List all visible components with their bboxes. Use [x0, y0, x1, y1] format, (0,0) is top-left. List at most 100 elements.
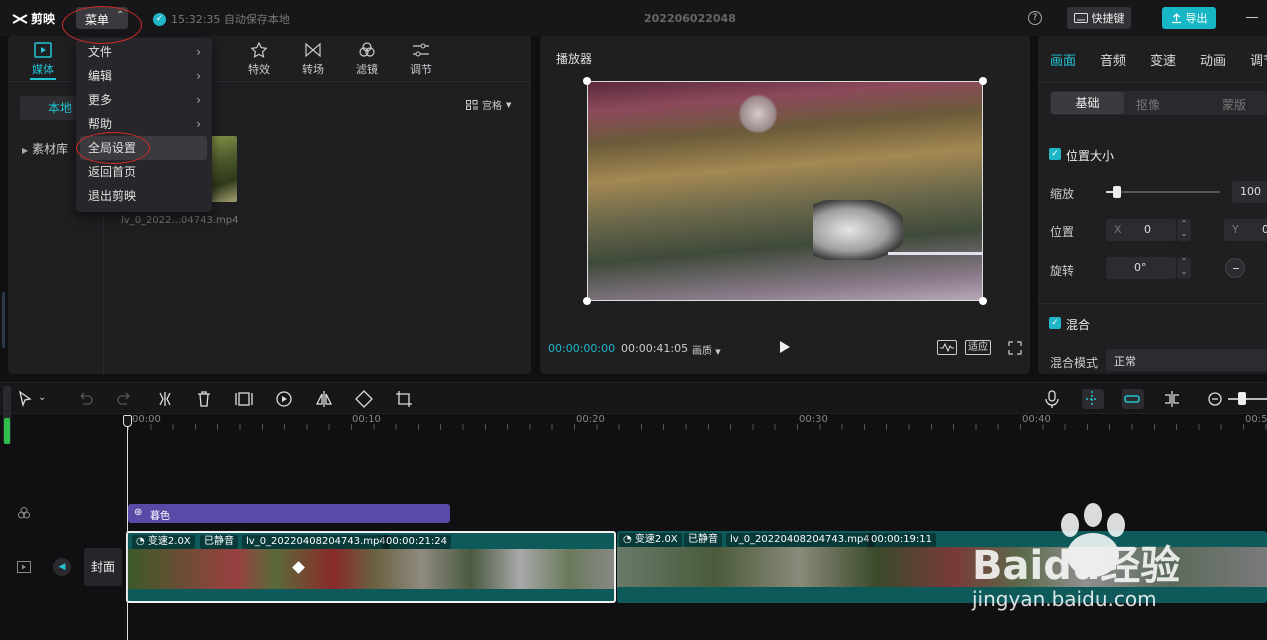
menu-item-edit[interactable]: 编辑 ›	[80, 64, 207, 88]
filter-icon	[359, 42, 375, 57]
position-x-field[interactable]: X 0	[1106, 219, 1176, 241]
tab-adjust[interactable]: 调节	[406, 42, 436, 77]
tab-adjust-label: 调节	[410, 63, 432, 76]
playhead-handle[interactable]	[123, 415, 132, 427]
chevron-right-icon: ›	[196, 45, 201, 59]
view-mode-toggle[interactable]: 宫格 ▼	[466, 97, 511, 112]
y-value: 0	[1262, 223, 1267, 236]
filter-clip-label: 暮色	[150, 511, 170, 522]
link-icon[interactable]	[1122, 389, 1144, 409]
speed-tag-label: 变速2.0X	[147, 536, 191, 547]
menu-item-home[interactable]: 返回首页	[80, 160, 207, 184]
menu-item-edit-label: 编辑	[88, 69, 113, 83]
filter-clip[interactable]: ⊛ 暮色	[128, 504, 450, 523]
tab-picture[interactable]: 画面	[1050, 50, 1076, 69]
mirror-icon[interactable]	[314, 389, 334, 409]
delete-icon[interactable]	[194, 389, 214, 409]
blend-checkbox[interactable]: ✓	[1049, 317, 1061, 329]
clip-duration: 00:00:21:24	[382, 535, 452, 549]
reverse-play-icon[interactable]	[274, 389, 294, 409]
resize-handle[interactable]	[979, 77, 987, 85]
waveform-icon[interactable]	[937, 340, 957, 355]
chevron-down-icon[interactable]: ⌄	[38, 392, 58, 412]
tab-animation[interactable]: 动画	[1200, 50, 1226, 69]
subtab-basic[interactable]: 基础	[1051, 92, 1124, 114]
menu-item-exit[interactable]: 退出剪映	[80, 184, 207, 208]
divider	[1038, 82, 1267, 83]
play-icon[interactable]	[780, 341, 790, 353]
resize-handle[interactable]	[979, 297, 987, 305]
rotate-stepper[interactable]: ⌃ ⌄	[1177, 257, 1191, 279]
scale-slider-knob[interactable]	[1113, 186, 1121, 198]
video-clip[interactable]: ◔ 变速2.0X 已静音 lv_0_20220408204743.mp4 00:…	[126, 531, 616, 603]
export-label: 导出	[1185, 12, 1208, 25]
undo-icon[interactable]	[75, 389, 95, 409]
menu-item-more[interactable]: 更多 ›	[80, 88, 207, 112]
shortcut-button[interactable]: 快捷键	[1067, 7, 1131, 29]
snap-icon[interactable]	[1082, 389, 1104, 409]
blend-mode-select[interactable]: 正常	[1106, 349, 1267, 371]
redo-icon[interactable]	[115, 389, 135, 409]
video-preview[interactable]	[587, 81, 983, 301]
tab-filters-label: 滤镜	[356, 63, 378, 76]
panel-resize-handle[interactable]	[2, 292, 5, 348]
subtab-mask[interactable]: 蒙版	[1222, 96, 1246, 113]
tab-adjust[interactable]: 调节	[1250, 50, 1267, 69]
x-stepper[interactable]: ⌃ ⌄	[1177, 219, 1191, 241]
tab-effects-label: 特效	[248, 63, 270, 76]
divider	[1038, 303, 1267, 304]
star-icon	[250, 42, 268, 58]
section-blend: 混合	[1066, 318, 1091, 332]
fit-button[interactable]: 适应	[965, 340, 991, 355]
help-icon[interactable]: ?	[1028, 11, 1042, 25]
split-icon[interactable]	[155, 389, 175, 409]
total-time: 00:00:41:05	[621, 342, 689, 355]
speed-tag: ◔ 变速2.0X	[132, 535, 195, 549]
rotate-field[interactable]: 0°	[1106, 257, 1176, 279]
capcut-logo-icon	[12, 13, 28, 24]
position-size-checkbox[interactable]: ✓	[1049, 148, 1061, 160]
export-button[interactable]: 导出	[1162, 7, 1216, 29]
position-y-field[interactable]: Y 0	[1224, 219, 1267, 241]
scale-slider-track[interactable]	[1106, 191, 1220, 193]
sidebar-item-library[interactable]: ▶ 素材库	[22, 140, 68, 157]
zoom-slider-knob[interactable]	[1238, 392, 1246, 405]
preview-axis-icon[interactable]	[1162, 389, 1182, 409]
minimize-icon[interactable]	[1246, 17, 1258, 18]
upload-icon	[1171, 12, 1181, 23]
resize-handle[interactable]	[583, 297, 591, 305]
tab-media[interactable]: 媒体	[28, 42, 58, 77]
rotate-icon[interactable]	[354, 389, 374, 409]
mute-track-icon[interactable]: ◀	[53, 558, 71, 576]
tab-speed[interactable]: 变速	[1150, 50, 1176, 69]
caret-right-icon: ▶	[22, 146, 29, 155]
preview-figure	[738, 94, 778, 134]
tab-effects[interactable]: 特效	[244, 42, 274, 77]
tab-audio[interactable]: 音频	[1100, 50, 1126, 69]
tab-transitions[interactable]: 转场	[298, 42, 328, 77]
speed-tag: ◔ 变速2.0X	[619, 533, 682, 547]
watermark-brand: Baidu经验	[972, 543, 1181, 589]
tab-filters[interactable]: 滤镜	[352, 42, 382, 77]
playhead[interactable]	[127, 416, 128, 640]
cover-button[interactable]: 封面	[84, 548, 122, 586]
resize-handle[interactable]	[583, 77, 591, 85]
select-tool-icon[interactable]	[16, 389, 36, 409]
quality-dropdown[interactable]: 画质 ▼	[692, 342, 721, 357]
zoom-slider-track[interactable]	[1228, 398, 1267, 400]
scale-value-field[interactable]: 100	[1232, 181, 1267, 203]
x-label: X	[1114, 223, 1122, 236]
muted-tag: 已静音	[684, 533, 722, 547]
filter-track-icon	[17, 506, 31, 523]
freeze-icon[interactable]	[234, 389, 254, 409]
zoom-out-icon[interactable]	[1205, 389, 1225, 409]
y-label: Y	[1232, 223, 1239, 236]
crop-icon[interactable]	[394, 389, 414, 409]
fullscreen-icon[interactable]	[1008, 341, 1022, 358]
subtab-cutout[interactable]: 抠像	[1136, 96, 1160, 113]
microphone-icon[interactable]	[1042, 389, 1062, 409]
autosave-status: 15:32:35 自动保存本地	[171, 13, 290, 26]
scale-value: 100	[1240, 185, 1261, 198]
player-panel: 播放器 00:00:00:00 00:00:41:05 画质 ▼ 适应	[540, 36, 1030, 374]
rotate-dial-icon[interactable]	[1225, 258, 1245, 278]
